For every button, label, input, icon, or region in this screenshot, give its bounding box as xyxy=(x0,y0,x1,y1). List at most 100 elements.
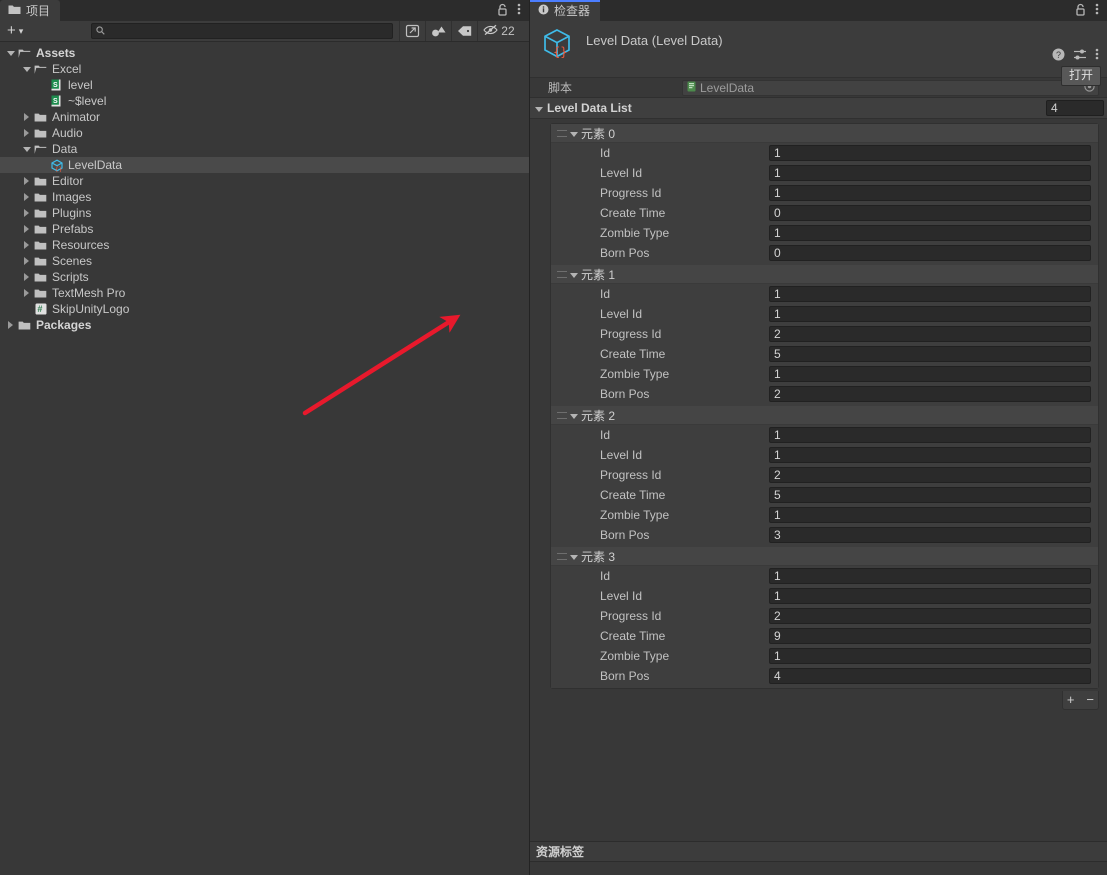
tree-item-skipunitylogo[interactable]: # SkipUnityLogo xyxy=(0,301,529,317)
tree-item-textmesh-pro[interactable]: TextMesh Pro xyxy=(0,285,529,301)
property-input[interactable]: 0 xyxy=(769,205,1091,221)
property-row: Level Id 1 xyxy=(551,445,1098,465)
tree-item-data[interactable]: Data xyxy=(0,141,529,157)
tree-item-leveldata[interactable]: {} LevelData xyxy=(0,157,529,173)
filter-by-label-icon[interactable] xyxy=(451,21,477,41)
asset-labels-section[interactable]: 资源标签 xyxy=(530,841,1107,861)
tree-item-level[interactable]: Slevel xyxy=(0,77,529,93)
chevron-right-icon[interactable] xyxy=(20,113,33,121)
property-input[interactable]: 5 xyxy=(769,487,1091,503)
level-data-list-header[interactable]: Level Data List 4 xyxy=(530,98,1107,119)
property-input[interactable]: 3 xyxy=(769,527,1091,543)
tab-inspector[interactable]: 检查器 xyxy=(530,0,601,21)
property-input[interactable]: 1 xyxy=(769,648,1091,664)
tree-item-prefabs[interactable]: Prefabs xyxy=(0,221,529,237)
chevron-down-icon[interactable] xyxy=(4,50,17,56)
open-button[interactable]: 打开 xyxy=(1060,66,1101,86)
preset-icon[interactable] xyxy=(1073,48,1087,64)
property-input[interactable]: 1 xyxy=(769,447,1091,463)
add-element-button[interactable]: + xyxy=(1067,693,1075,706)
property-input[interactable]: 0 xyxy=(769,245,1091,261)
search-input[interactable] xyxy=(91,23,394,39)
folder-icon xyxy=(33,270,48,284)
create-asset-button[interactable]: + ▾ xyxy=(4,23,29,40)
tree-item-assets[interactable]: Assets xyxy=(0,45,529,61)
drag-handle-icon[interactable] xyxy=(557,411,567,419)
property-input[interactable]: 2 xyxy=(769,467,1091,483)
chevron-right-icon[interactable] xyxy=(20,225,33,233)
tree-item-resources[interactable]: Resources xyxy=(0,237,529,253)
script-object-field[interactable]: LevelData xyxy=(682,79,1099,96)
chevron-right-icon[interactable] xyxy=(20,273,33,281)
chevron-right-icon[interactable] xyxy=(20,177,33,185)
property-input[interactable]: 1 xyxy=(769,568,1091,584)
tree-item-editor[interactable]: Editor xyxy=(0,173,529,189)
list-element-header[interactable]: 元素 2 xyxy=(551,406,1098,425)
help-icon[interactable]: ? xyxy=(1052,48,1065,64)
scriptable-object-icon: {} xyxy=(540,27,574,64)
chevron-right-icon[interactable] xyxy=(4,321,17,329)
property-input[interactable]: 4 xyxy=(769,668,1091,684)
tree-item-scripts[interactable]: Scripts xyxy=(0,269,529,285)
list-element-header[interactable]: 元素 1 xyxy=(551,265,1098,284)
drag-handle-icon[interactable] xyxy=(557,270,567,278)
tree-item-level[interactable]: S ~$level xyxy=(0,93,529,109)
property-input[interactable]: 1 xyxy=(769,306,1091,322)
filter-by-type-icon[interactable] xyxy=(425,21,451,41)
property-input[interactable]: 1 xyxy=(769,286,1091,302)
chevron-down-icon[interactable] xyxy=(570,549,578,563)
drag-handle-icon[interactable] xyxy=(557,129,567,137)
tree-item-excel[interactable]: Excel xyxy=(0,61,529,77)
tree-item-audio[interactable]: Audio xyxy=(0,125,529,141)
tree-item-plugins[interactable]: Plugins xyxy=(0,205,529,221)
property-input[interactable]: 1 xyxy=(769,427,1091,443)
folder-icon xyxy=(33,238,48,252)
property-input[interactable]: 1 xyxy=(769,588,1091,604)
chevron-right-icon[interactable] xyxy=(20,193,33,201)
chevron-down-icon[interactable] xyxy=(20,146,33,152)
tree-item-animator[interactable]: Animator xyxy=(0,109,529,125)
chevron-down-icon[interactable] xyxy=(20,66,33,72)
chevron-right-icon[interactable] xyxy=(20,289,33,297)
property-input[interactable]: 1 xyxy=(769,165,1091,181)
property-input[interactable]: 1 xyxy=(769,507,1091,523)
tab-project[interactable]: 项目 xyxy=(0,0,61,21)
search-in-window-icon[interactable] xyxy=(399,21,425,41)
list-element-header[interactable]: 元素 3 xyxy=(551,547,1098,566)
tree-item-scenes[interactable]: Scenes xyxy=(0,253,529,269)
remove-element-button[interactable]: − xyxy=(1086,693,1094,706)
property-input[interactable]: 1 xyxy=(769,145,1091,161)
lock-icon[interactable] xyxy=(1075,3,1086,19)
level-data-list-size-input[interactable]: 4 xyxy=(1046,100,1104,116)
property-input[interactable]: 1 xyxy=(769,185,1091,201)
chevron-right-icon[interactable] xyxy=(20,209,33,217)
tree-item-label: Scenes xyxy=(52,254,93,268)
property-input[interactable]: 1 xyxy=(769,225,1091,241)
project-tabstrip: 项目 xyxy=(0,0,529,21)
svg-text:#: # xyxy=(37,304,42,314)
tree-item-packages[interactable]: Packages xyxy=(0,317,529,333)
property-input[interactable]: 2 xyxy=(769,608,1091,624)
property-input[interactable]: 9 xyxy=(769,628,1091,644)
chevron-right-icon[interactable] xyxy=(20,257,33,265)
property-input[interactable]: 1 xyxy=(769,366,1091,382)
property-input[interactable]: 5 xyxy=(769,346,1091,362)
drag-handle-icon[interactable] xyxy=(557,552,567,560)
chevron-down-icon[interactable] xyxy=(570,408,578,422)
lock-icon[interactable] xyxy=(497,3,508,19)
chevron-right-icon[interactable] xyxy=(20,129,33,137)
chevron-down-icon[interactable] xyxy=(570,126,578,140)
chevron-down-icon[interactable] xyxy=(535,101,543,115)
kebab-menu-icon[interactable] xyxy=(517,2,521,19)
tree-item-images[interactable]: Images xyxy=(0,189,529,205)
tree-item-label: Excel xyxy=(52,62,82,76)
kebab-menu-icon[interactable] xyxy=(1095,47,1099,64)
property-input[interactable]: 2 xyxy=(769,386,1091,402)
chevron-down-icon[interactable] xyxy=(570,267,578,281)
list-element-header[interactable]: 元素 0 xyxy=(551,124,1098,143)
kebab-menu-icon[interactable] xyxy=(1095,2,1099,19)
hidden-assets-count[interactable]: 22 xyxy=(477,21,520,41)
property-label: Level Id xyxy=(600,307,643,321)
property-input[interactable]: 2 xyxy=(769,326,1091,342)
chevron-right-icon[interactable] xyxy=(20,241,33,249)
